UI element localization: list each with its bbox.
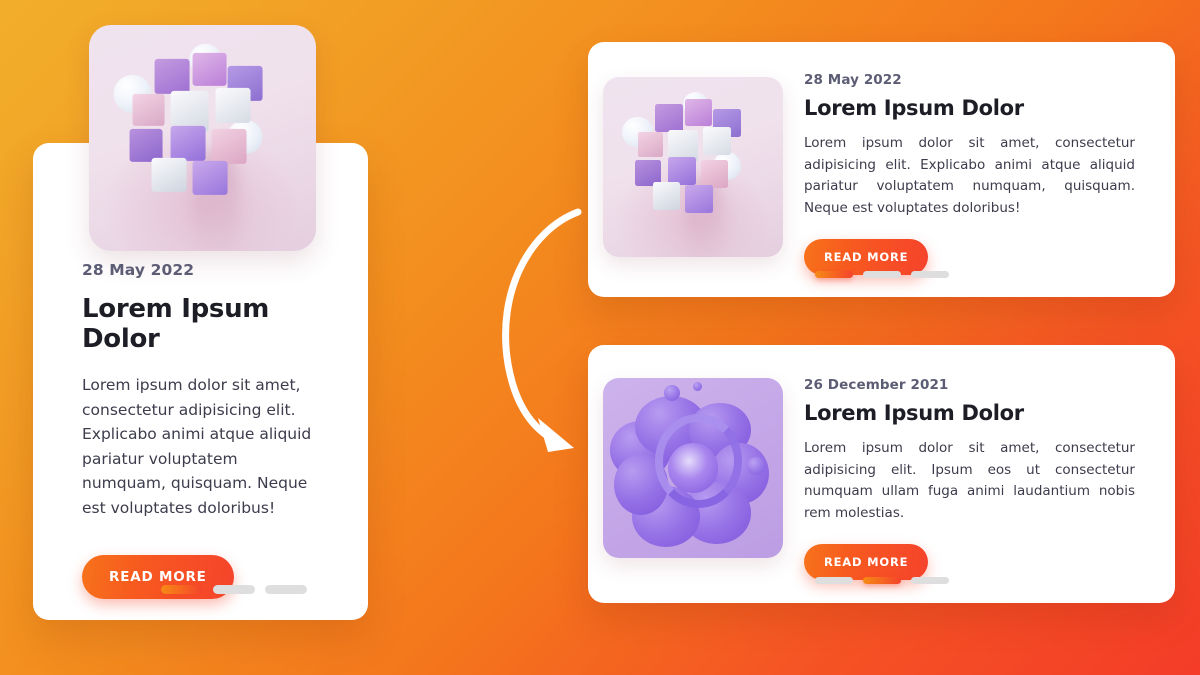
artwork-block [703, 127, 731, 155]
artwork-block [685, 184, 714, 213]
article-card-1-read-more-button[interactable]: READ MORE [804, 239, 929, 275]
article-card-2-image [603, 378, 783, 558]
article-card-1-body: 28 May 2022 Lorem Ipsum Dolor Lorem ipsu… [804, 72, 1135, 275]
artwork-core [667, 442, 719, 494]
pagination-dot[interactable] [862, 577, 901, 584]
artwork-scene [622, 91, 756, 223]
article-card-1-title: Lorem Ipsum Dolor [804, 96, 1024, 120]
artwork-block [685, 99, 712, 126]
article-card-2[interactable]: 26 December 2021 Lorem Ipsum Dolor Lorem… [588, 345, 1175, 603]
article-card-2-date: 26 December 2021 [804, 377, 949, 393]
artwork-block [154, 59, 190, 95]
pagination-dot[interactable] [862, 271, 901, 278]
featured-card-title: Lorem Ipsum Dolor [82, 294, 270, 354]
3d-cube-artwork [89, 25, 316, 251]
pagination-dot[interactable] [213, 585, 255, 594]
article-card-2-pagination[interactable] [814, 577, 949, 584]
article-card-1-date: 28 May 2022 [804, 72, 902, 88]
purple-blob-artwork [603, 378, 783, 558]
artwork-block [655, 104, 683, 133]
pagination-dot[interactable] [265, 585, 307, 594]
artwork-block [700, 159, 729, 188]
article-card-1[interactable]: 28 May 2022 Lorem Ipsum Dolor Lorem ipsu… [588, 42, 1175, 297]
featured-card-excerpt: Lorem ipsum dolor sit amet, consectetur … [82, 376, 312, 517]
article-card-1-image [603, 77, 783, 257]
artwork-block [192, 160, 228, 196]
featured-card-pagination[interactable] [161, 585, 307, 594]
article-card-1-pagination[interactable] [814, 271, 949, 278]
artwork-block [667, 157, 696, 185]
artwork-block [192, 53, 227, 87]
3d-cube-artwork [603, 77, 783, 257]
artwork-block [637, 132, 663, 158]
artwork-block [215, 87, 251, 123]
artwork-block [212, 128, 247, 164]
artwork-droplet [693, 381, 702, 391]
artwork-block [151, 157, 187, 193]
article-card-1-excerpt: Lorem ipsum dolor sit amet, consectetur … [804, 135, 1135, 216]
article-card-2-read-more-button[interactable]: READ MORE [804, 544, 929, 580]
artwork-scene [113, 43, 282, 208]
article-card-2-excerpt: Lorem ipsum dolor sit amet, consectetur … [804, 440, 1135, 521]
featured-article-card[interactable]: 28 May 2022 Lorem Ipsum Dolor Lorem ipsu… [33, 25, 368, 620]
artwork-block [170, 125, 206, 161]
artwork-block [652, 182, 681, 211]
pagination-dot[interactable] [814, 271, 853, 278]
pagination-dot[interactable] [910, 271, 949, 278]
featured-card-body: 28 May 2022 Lorem Ipsum Dolor Lorem ipsu… [33, 261, 368, 599]
pagination-dot[interactable] [814, 577, 853, 584]
artwork-block [132, 94, 165, 126]
featured-card-image [89, 25, 316, 251]
article-card-2-title: Lorem Ipsum Dolor [804, 401, 1024, 425]
article-card-2-body: 26 December 2021 Lorem Ipsum Dolor Lorem… [804, 377, 1135, 580]
pagination-dot[interactable] [910, 577, 949, 584]
pagination-dot[interactable] [161, 585, 203, 594]
featured-card-date: 28 May 2022 [82, 261, 195, 279]
